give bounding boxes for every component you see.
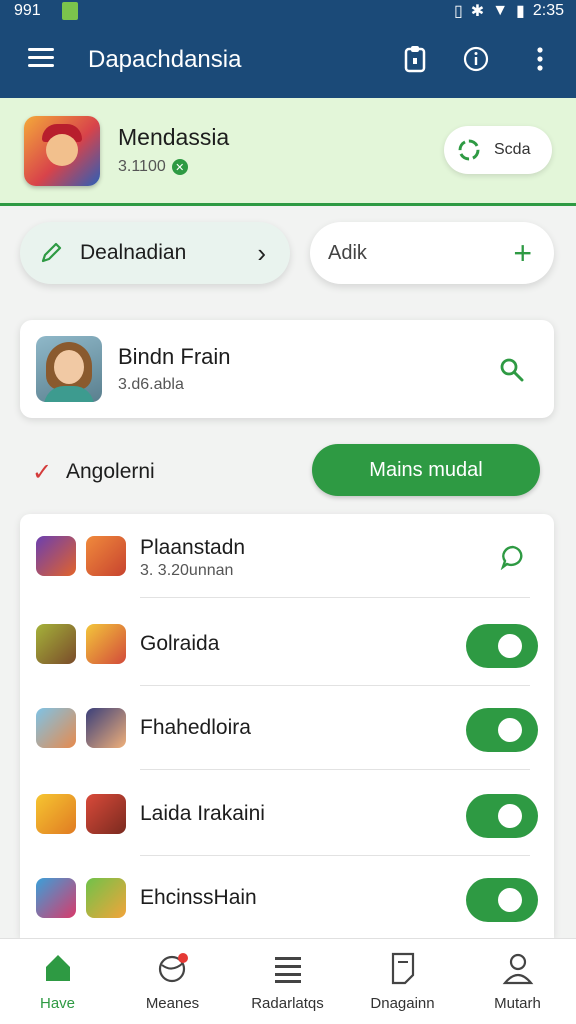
character-icon xyxy=(86,794,126,834)
app-title: Dapachdansia xyxy=(88,46,242,73)
sync-label: Scda xyxy=(494,141,531,158)
chat-bubble-icon[interactable] xyxy=(500,544,526,570)
status-icons: ▯ ✱ ▼ ▮ 2:35 xyxy=(454,1,564,21)
home-icon xyxy=(46,955,70,981)
document-icon xyxy=(391,952,415,985)
pencil-icon xyxy=(41,242,62,263)
list-item[interactable]: Fhahedloira xyxy=(20,686,554,770)
character-icon xyxy=(86,878,126,918)
app-avatar[interactable] xyxy=(24,116,100,186)
edit-button[interactable]: Dealnadian › xyxy=(20,222,290,284)
status-clock: 2:35 xyxy=(532,2,564,19)
list-item-title: Laida Irakaini xyxy=(140,802,265,825)
profile-count: 3.1100 ✕ xyxy=(118,158,188,176)
chevron-right-icon: › xyxy=(257,237,266,268)
status-time: 991 xyxy=(14,2,41,19)
sync-icon xyxy=(458,139,480,161)
list-item[interactable]: Golraida xyxy=(20,602,554,686)
contact-photo xyxy=(36,336,102,402)
character-icon xyxy=(86,708,126,748)
sync-button[interactable]: Scda xyxy=(444,126,552,174)
app-icon xyxy=(36,794,76,834)
battery-icon: ▮ xyxy=(516,3,525,20)
nav-home[interactable]: Have xyxy=(0,939,115,1024)
app-icon xyxy=(36,708,76,748)
angle-label: Angolerni xyxy=(66,460,155,483)
contact-card[interactable]: Bindn Frain 3.d6.abla xyxy=(20,320,554,418)
nav-mutarh[interactable]: Mutarh xyxy=(460,939,575,1024)
toggle-switch[interactable] xyxy=(466,878,538,922)
contact-subtitle: 3.d6.abla xyxy=(118,376,184,393)
profile-header: Mendassia 3.1100 ✕ Scda xyxy=(0,98,576,206)
toggle-switch[interactable] xyxy=(466,708,538,752)
status-bar: 991 ▯ ✱ ▼ ▮ 2:35 xyxy=(0,0,576,24)
nav-label: Meanes xyxy=(145,995,200,1012)
angle-row: ✓ Angolerni Mains mudal xyxy=(0,444,576,500)
character-icon xyxy=(86,536,126,576)
info-icon[interactable] xyxy=(461,44,491,74)
verified-icon: ✕ xyxy=(171,159,188,175)
main-mode-button[interactable]: Mains mudal xyxy=(312,444,540,496)
add-button[interactable]: Adik + xyxy=(310,222,554,284)
count-value: 3.1100 xyxy=(118,158,166,175)
app-icon xyxy=(36,536,76,576)
vibrate-icon: ▯ xyxy=(453,3,463,20)
plus-icon: + xyxy=(513,234,532,271)
person-icon xyxy=(502,953,534,985)
toggle-switch[interactable] xyxy=(466,794,538,838)
bluetooth-icon: ✱ xyxy=(470,3,485,20)
app-bar: Dapachdansia xyxy=(0,24,576,98)
nav-label: Dnagainn xyxy=(370,995,435,1012)
bottom-navigation: Have Meanes Radarlatqs Dnagainn Mutarh xyxy=(0,938,576,1024)
more-vert-icon[interactable] xyxy=(525,44,555,74)
nav-label: Mutarh xyxy=(494,995,541,1012)
nav-label: Radarlatqs xyxy=(251,995,324,1012)
search-icon[interactable] xyxy=(498,356,526,384)
list-item-title: Golraida xyxy=(140,632,220,655)
list-item[interactable]: Plaanstadn 3. 3.20unnan xyxy=(20,514,554,598)
add-label: Adik xyxy=(328,241,367,264)
globe-icon xyxy=(158,953,188,983)
sim-icon xyxy=(62,2,78,20)
nav-meanes[interactable]: Meanes xyxy=(115,939,230,1024)
toggle-switch[interactable] xyxy=(466,624,538,668)
app-icon xyxy=(36,878,76,918)
app-icon xyxy=(36,624,76,664)
app-list: Plaanstadn 3. 3.20unnan Golraida Fhahedl… xyxy=(20,514,554,938)
list-icon xyxy=(275,957,301,983)
wifi-icon: ▼ xyxy=(492,2,509,19)
edit-label: Dealnadian xyxy=(80,241,187,264)
nav-dnagainn[interactable]: Dnagainn xyxy=(345,939,460,1024)
list-item[interactable]: EhcinssHain xyxy=(20,856,554,938)
menu-icon[interactable] xyxy=(28,48,54,68)
profile-name: Mendassia xyxy=(118,124,230,150)
list-item-title: Fhahedloira xyxy=(140,716,251,739)
contact-name: Bindn Frain xyxy=(118,344,231,369)
nav-radarlatqs[interactable]: Radarlatqs xyxy=(230,939,345,1024)
character-icon xyxy=(86,624,126,664)
list-item-title: EhcinssHain xyxy=(140,886,257,909)
list-item[interactable]: Laida Irakaini xyxy=(20,772,554,856)
checkmark-icon: ✓ xyxy=(32,459,53,486)
list-item-title: Plaanstadn xyxy=(140,536,246,559)
nav-label: Have xyxy=(39,995,76,1012)
list-item-subtitle: 3. 3.20unnan xyxy=(140,562,234,579)
clipboard-icon[interactable] xyxy=(400,44,430,74)
